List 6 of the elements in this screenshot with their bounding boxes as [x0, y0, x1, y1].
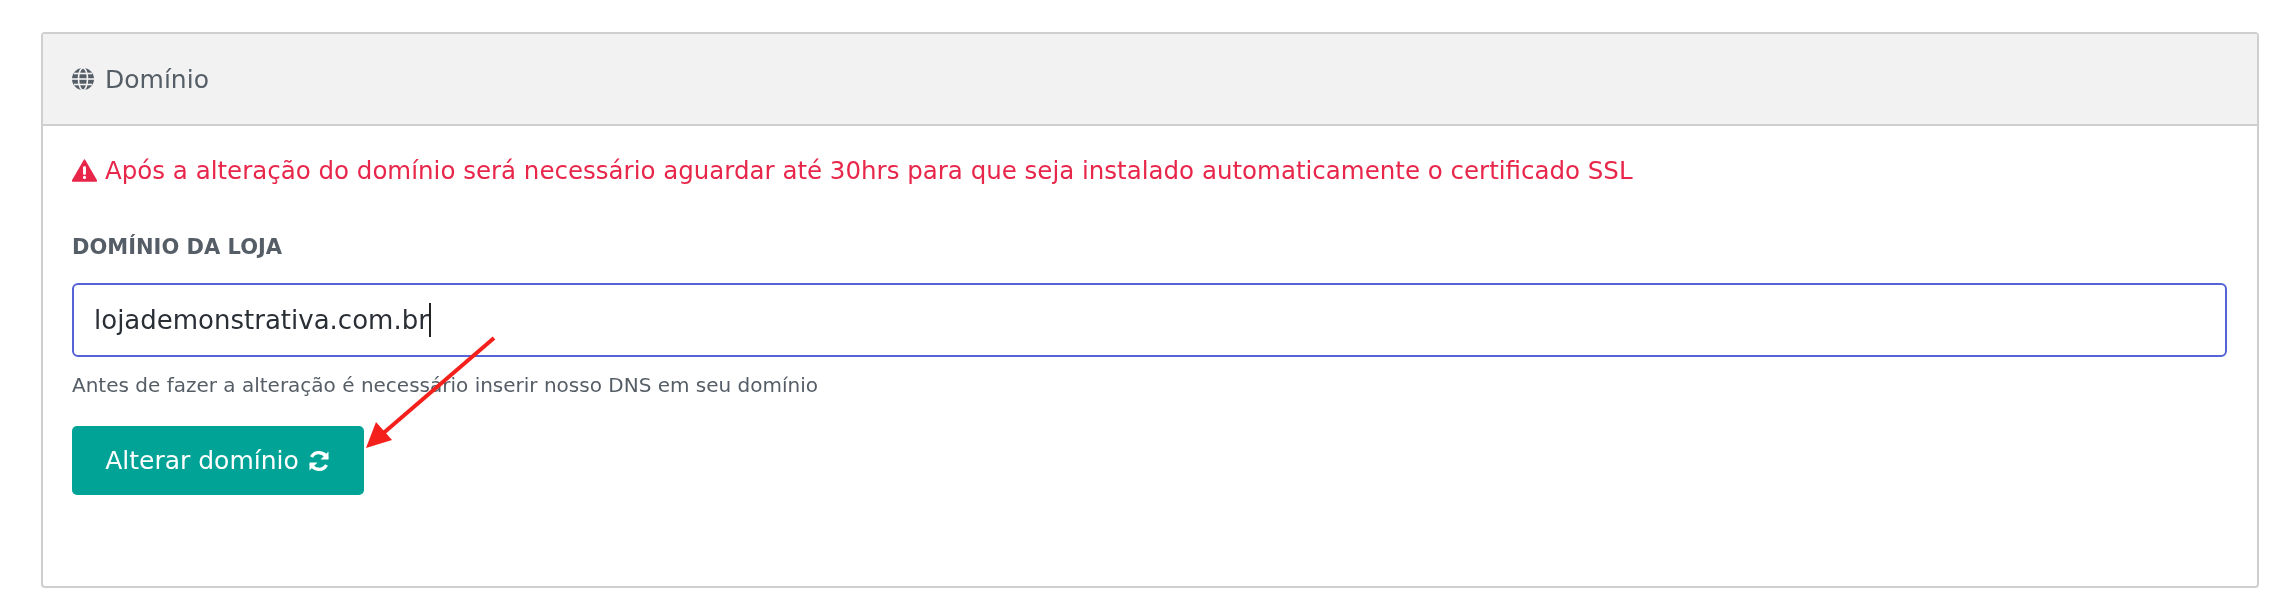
globe-icon — [71, 67, 95, 91]
warning-message: Após a alteração do domínio será necessário aguardar até 30hrs para que seja instalado automaticamente o certificado SSL — [105, 156, 1633, 185]
field-label: DOMÍNIO DA LOJA — [72, 235, 284, 259]
domain-field[interactable]: lojademonstrativa.com.br — [72, 283, 2227, 357]
warning-icon — [72, 159, 97, 182]
panel-title: Domínio — [105, 64, 209, 94]
